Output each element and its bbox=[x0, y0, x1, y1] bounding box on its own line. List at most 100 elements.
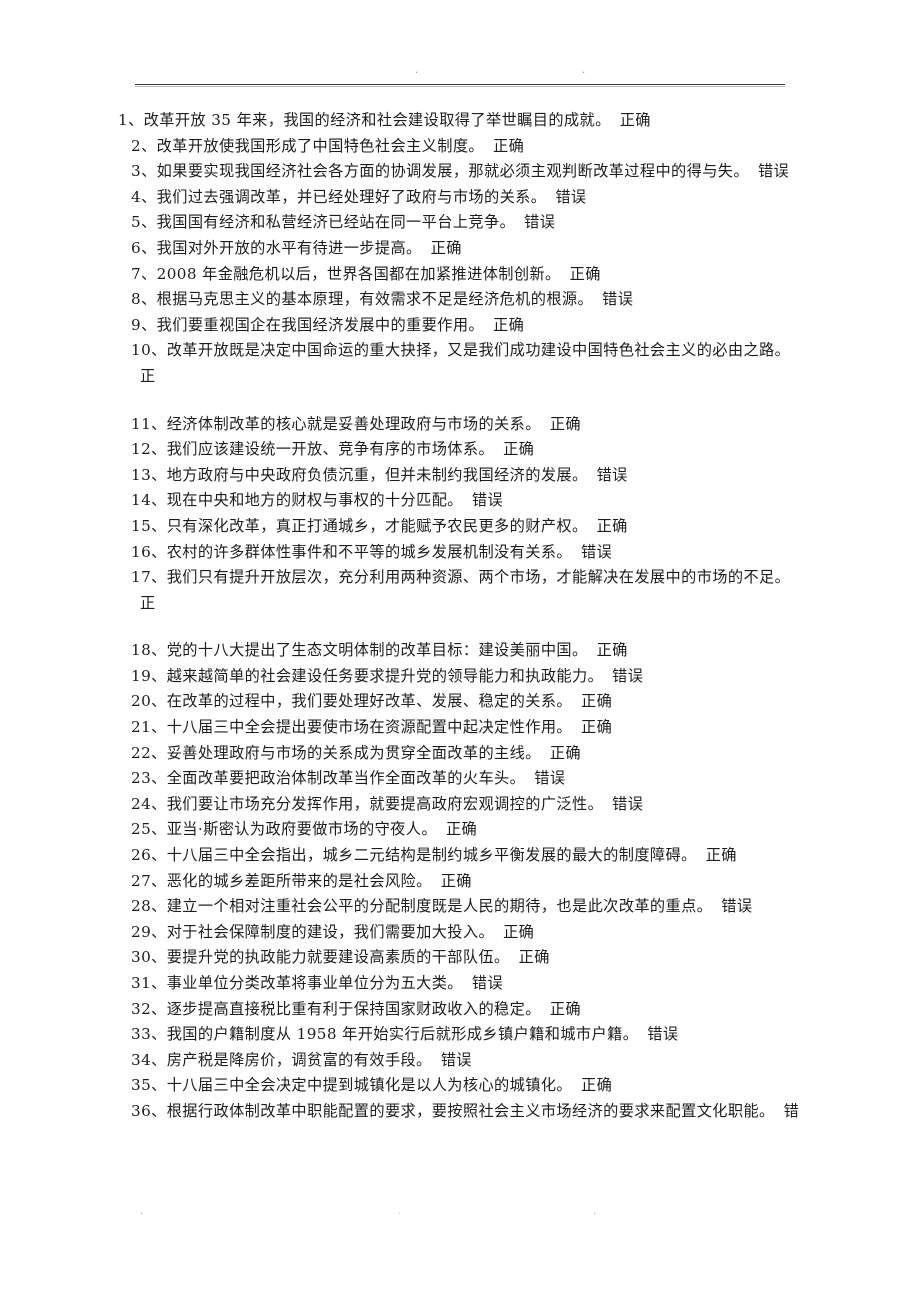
question-number: 33、 bbox=[131, 1025, 167, 1044]
question-number: 14、 bbox=[131, 491, 167, 510]
question-text: 逐步提高直接税比重有利于保持国家财政收入的稳定。 bbox=[166, 999, 541, 1018]
question-answer: 错误 bbox=[524, 213, 556, 232]
question-text: 恶化的城乡差距所带来的是社会风险。 bbox=[166, 871, 432, 890]
question-answer: 正 bbox=[140, 593, 156, 612]
question-text: 如果要实现我国经济社会各方面的协调发展，那就必须主观判断改革过程中的得与失。 bbox=[156, 162, 749, 181]
question-text: 经济体制改革的核心就是妥善处理政府与市场的关系。 bbox=[166, 414, 541, 433]
question-item: 28、建立一个相对注重社会公平的分配制度既是人民的期待，也是此次改革的重点。 错误 bbox=[118, 894, 808, 920]
question-item: 21、十八届三中全会提出要使市场在资源配置中起决定性作用。 正确 bbox=[118, 715, 808, 741]
footer-mark-left: . bbox=[140, 1206, 144, 1217]
question-number: 16、 bbox=[131, 542, 167, 561]
question-text: 我们过去强调改革，并已经处理好了政府与市场的关系。 bbox=[156, 187, 547, 206]
question-answer: 正确 bbox=[596, 516, 628, 535]
question-number: 36、 bbox=[131, 1101, 167, 1120]
header-mark-left: . bbox=[415, 65, 419, 76]
question-number: 12、 bbox=[131, 440, 167, 459]
footer-mark-center: . bbox=[398, 1206, 402, 1217]
question-number: 28、 bbox=[131, 897, 167, 916]
question-item: 5、我国国有经济和私营经济已经站在同一平台上竞争。 错误 bbox=[118, 210, 808, 236]
header-rule bbox=[135, 84, 785, 87]
question-number: 6、 bbox=[131, 238, 157, 257]
question-answer: 正确 bbox=[549, 743, 582, 762]
question-item: 3、如果要实现我国经济社会各方面的协调发展，那就必须主观判断改革过程中的得与失。… bbox=[118, 159, 808, 185]
question-text: 2008 年金融危机以后，世界各国都在加紧推进体制创新。 bbox=[156, 264, 561, 283]
question-number: 7、 bbox=[131, 264, 157, 283]
question-item: 8、根据马克思主义的基本原理，有效需求不足是经济危机的根源。 错误 bbox=[118, 287, 808, 313]
question-text: 十八届三中全会决定中提到城镇化是以人为核心的城镇化。 bbox=[166, 1076, 572, 1095]
question-item: 17、我们只有提升开放层次，充分利用两种资源、两个市场，才能解决在发展中的市场的… bbox=[118, 565, 808, 616]
question-group-2: 11、经济体制改革的核心就是妥善处理政府与市场的关系。正确 12、我们应该建设统一… bbox=[118, 412, 808, 617]
question-text: 我们要重视国企在我国经济发展中的重要作用。 bbox=[156, 315, 484, 334]
question-number: 11、 bbox=[131, 414, 167, 433]
header-mark-right: . bbox=[582, 65, 586, 76]
question-number: 29、 bbox=[131, 922, 167, 941]
question-text: 只有深化改革，真正打通城乡，才能赋予农民更多的财产权。 bbox=[166, 516, 588, 535]
question-answer: 正 bbox=[140, 366, 156, 385]
question-item: 32、逐步提高直接税比重有利于保持国家财政收入的稳定。 正确 bbox=[118, 997, 808, 1023]
question-number: 4、 bbox=[131, 187, 157, 206]
question-number: 24、 bbox=[131, 794, 167, 813]
question-item: 36、根据行政体制改革中职能配置的要求，要按照社会主义市场经济的要求来配置文化职… bbox=[118, 1099, 808, 1125]
question-number: 9、 bbox=[131, 315, 157, 334]
question-item: 20、在改革的过程中，我们要处理好改革、发展、稳定的关系。 正确 bbox=[118, 689, 808, 715]
question-item: 25、亚当·斯密认为政府要做市场的守夜人。 正确 bbox=[118, 817, 808, 843]
question-item: 7、2008 年金融危机以后，世界各国都在加紧推进体制创新。 正确 bbox=[118, 262, 808, 288]
question-number: 1、 bbox=[118, 111, 144, 129]
question-answer: 正确 bbox=[581, 692, 613, 711]
question-number: 3、 bbox=[131, 162, 157, 181]
document-body: 1、改革开放 35 年来，我国的经济和社会建设取得了举世瞩目的成就。 正确 2、改革… bbox=[118, 108, 808, 1125]
question-text: 我们应该建设统一开放、竞争有序的市场体系。 bbox=[166, 440, 495, 459]
question-item: 27、恶化的城乡差距所带来的是社会风险。 正确 bbox=[118, 869, 808, 895]
question-number: 5、 bbox=[131, 213, 157, 232]
question-number: 20、 bbox=[131, 692, 167, 711]
question-text: 对于社会保障制度的建设，我们需要加大投入。 bbox=[166, 922, 495, 941]
question-item: 16、农村的许多群体性事件和不平等的城乡发展机制没有关系。 错误 bbox=[118, 540, 808, 566]
question-text: 改革开放使我国形成了中国特色社会主义制度。 bbox=[156, 136, 484, 155]
question-number: 18、 bbox=[131, 641, 167, 660]
question-item: 26、十八届三中全会指出，城乡二元结构是制约城乡平衡发展的最大的制度障碍。 正确 bbox=[118, 843, 808, 869]
question-number: 30、 bbox=[131, 948, 167, 967]
question-item: 1、改革开放 35 年来，我国的经济和社会建设取得了举世瞩目的成就。 正确 bbox=[118, 108, 808, 134]
question-answer: 错误 bbox=[612, 666, 644, 685]
question-number: 15、 bbox=[131, 516, 167, 535]
question-item: 18、党的十八大提出了生态文明体制的改革目标：建设美丽中国。 正确 bbox=[118, 638, 808, 664]
question-text: 我们要让市场充分发挥作用，就要提高政府宏观调控的广泛性。 bbox=[166, 794, 604, 813]
document-page: . . 1、改革开放 35 年来，我国的经济和社会建设取得了举世瞩目的成就。 正确… bbox=[0, 0, 920, 1302]
question-answer: 错误 bbox=[647, 1025, 679, 1044]
question-item: 14、现在中央和地方的财权与事权的十分匹配。 错误 bbox=[118, 488, 808, 514]
question-answer: 正确 bbox=[705, 846, 737, 865]
question-text: 要提升党的执政能力就要建设高素质的干部队伍。 bbox=[166, 948, 510, 967]
question-item: 4、我们过去强调改革，并已经处理好了政府与市场的关系。 错误 bbox=[118, 185, 808, 211]
question-item: 12、我们应该建设统一开放、竞争有序的市场体系。 正确 bbox=[118, 437, 808, 463]
question-answer: 错误 bbox=[471, 974, 504, 992]
question-group-1: 1、改革开放 35 年来，我国的经济和社会建设取得了举世瞩目的成就。 正确 2、改革… bbox=[118, 108, 808, 390]
question-text: 根据行政体制改革中职能配置的要求，要按照社会主义市场经济的要求来配置文化职能。 bbox=[166, 1101, 775, 1120]
question-text: 十八届三中全会提出要使市场在资源配置中起决定性作用。 bbox=[166, 718, 572, 737]
question-number: 8、 bbox=[131, 290, 157, 309]
question-item: 2、改革开放使我国形成了中国特色社会主义制度。 正确 bbox=[118, 134, 808, 160]
question-answer: 正确 bbox=[445, 820, 478, 839]
question-answer: 错误 bbox=[534, 769, 566, 788]
question-number: 27、 bbox=[131, 871, 167, 890]
question-text: 房产税是降房价，调贫富的有效手段。 bbox=[166, 1050, 432, 1069]
question-answer: 正确 bbox=[440, 871, 472, 890]
page-footer: . . . bbox=[0, 1206, 920, 1246]
question-number: 34、 bbox=[131, 1050, 167, 1069]
question-answer: 错误 bbox=[602, 290, 634, 309]
question-item: 30、要提升党的执政能力就要建设高素质的干部队伍。 正确 bbox=[118, 945, 808, 971]
question-item: 22、妥善处理政府与市场的关系成为贯穿全面改革的主线。 正确 bbox=[118, 741, 808, 767]
question-text: 妥善处理政府与市场的关系成为贯穿全面改革的主线。 bbox=[166, 743, 541, 762]
question-answer: 错 bbox=[783, 1101, 800, 1120]
question-answer: 正确 bbox=[569, 264, 601, 283]
question-number: 31、 bbox=[131, 974, 167, 992]
question-answer: 正确 bbox=[581, 718, 613, 737]
question-item: 6、我国对外开放的水平有待进一步提高。 正确 bbox=[118, 236, 808, 262]
question-text: 全面改革要把政治体制改革当作全面改革的火车头。 bbox=[166, 769, 526, 788]
question-item: 24、我们要让市场充分发挥作用，就要提高政府宏观调控的广泛性。 错误 bbox=[118, 792, 808, 818]
question-answer: 正确 bbox=[518, 948, 550, 967]
page-header: . . bbox=[0, 0, 920, 92]
question-number: 23、 bbox=[131, 769, 167, 788]
question-item: 10、改革开放既是决定中国命运的重大抉择，又是我们成功建设中国特色社会主义的必由… bbox=[118, 338, 808, 389]
question-answer: 错误 bbox=[757, 162, 790, 181]
question-number: 25、 bbox=[131, 820, 167, 839]
